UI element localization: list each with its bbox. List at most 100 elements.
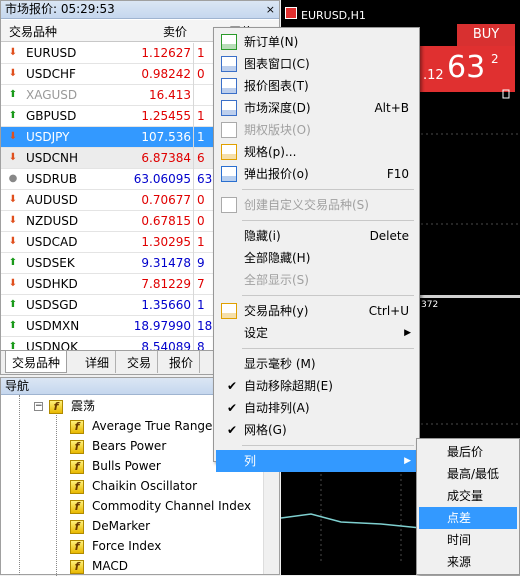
ask-value: 1 — [197, 298, 205, 312]
menu-item-label: 自动排列(A) — [244, 401, 310, 415]
bid-value: 63.06095 — [133, 172, 191, 186]
menu-item[interactable]: 交易品种(y) Ctrl+U — [216, 300, 417, 322]
indicator-item[interactable]: f Chaikin Oscillator — [70, 476, 197, 496]
custom-symbol-icon — [221, 197, 237, 213]
menu-item[interactable]: 全部隐藏(H) — [216, 247, 417, 269]
menu-shortcut: Ctrl+U — [368, 304, 409, 318]
arrow-down-icon: ⬇ — [8, 236, 18, 247]
arrow-down-icon: ⬇ — [8, 152, 18, 163]
menu-item[interactable]: ✔ 自动移除超期(E) — [216, 375, 417, 397]
menu-item-label: 列 — [244, 454, 257, 468]
menu-item[interactable]: 图表窗口(C) — [216, 53, 417, 75]
tab-ticks[interactable]: 报价 — [163, 351, 201, 373]
column-header-bid[interactable]: 卖价 — [163, 23, 187, 40]
indicator-item[interactable]: f Force Index — [70, 536, 161, 556]
menu-item-label: 自动移除超期(E) — [244, 379, 333, 393]
indicator-item[interactable]: f MACD — [70, 556, 128, 576]
chart-toolbar: EURUSD,H1 — [281, 4, 520, 24]
menu-separator — [242, 189, 414, 190]
menu-item[interactable]: ✔ 网格(G) — [216, 419, 417, 441]
menu-item-label: 设定 — [244, 326, 269, 340]
indicator-item[interactable]: f Bulls Power — [70, 456, 161, 476]
menu-item[interactable]: 设定 ▶ — [216, 322, 417, 344]
column-divider — [193, 106, 194, 127]
indicator-scale-label: 372 — [421, 300, 439, 310]
menu-item: 期权版块(O) — [216, 119, 417, 141]
menu-separator — [242, 295, 414, 296]
symbol-name: NZDUSD — [26, 214, 79, 228]
submenu-item[interactable]: 最高/最低 — [419, 463, 517, 485]
menu-item-label: 交易品种(y) — [244, 304, 309, 318]
indicator-item[interactable]: f Commodity Channel Index — [70, 496, 251, 516]
indicator-item[interactable]: f Average True Range — [70, 416, 212, 436]
submenu-item[interactable]: 时间 — [419, 529, 517, 551]
arrow-up-icon: ⬆ — [8, 257, 18, 268]
menu-item-label: 新订单(N) — [244, 35, 299, 49]
column-header-symbol[interactable]: 交易品种 — [9, 23, 57, 40]
bid-value: 1.30295 — [141, 235, 191, 249]
bid-value: 0.67815 — [141, 214, 191, 228]
market-depth-icon — [221, 100, 237, 116]
indicator-item[interactable]: f DeMarker — [70, 516, 150, 536]
tree-line — [19, 395, 20, 575]
bid-value: 6.87384 — [141, 151, 191, 165]
chart-icon — [285, 7, 297, 19]
bid-value: 7.81229 — [141, 277, 191, 291]
tab-symbols[interactable]: 交易品种 — [5, 351, 68, 373]
submenu-item[interactable]: 来源 — [419, 551, 517, 573]
symbol-name: GBPUSD — [26, 109, 77, 123]
submenu-item[interactable]: 成交量 — [419, 485, 517, 507]
tab-trading[interactable]: 交易 — [121, 351, 159, 373]
menu-item[interactable]: 新订单(N) — [216, 31, 417, 53]
arrow-down-icon: ⬇ — [8, 278, 18, 289]
column-divider — [193, 316, 194, 337]
bid-value: 1.12627 — [141, 46, 191, 60]
symbol-name: XAGUSD — [26, 88, 78, 102]
tab-details[interactable]: 详细 — [79, 351, 117, 373]
neutral-dot-icon: ● — [8, 173, 18, 184]
symbols-icon — [221, 303, 237, 319]
menu-item: 创建自定义交易品种(S) — [216, 194, 417, 216]
indicator-icon: f — [70, 539, 84, 554]
submenu-item[interactable]: 点差 — [419, 507, 517, 529]
close-icon[interactable]: × — [266, 1, 275, 18]
menu-item[interactable]: ✔ 自动排列(A) — [216, 397, 417, 419]
symbol-name: USDCAD — [26, 235, 78, 249]
column-divider — [193, 232, 194, 253]
menu-item-label: 隐藏(i) — [244, 229, 281, 243]
menu-item-label: 规格(p)... — [244, 145, 297, 159]
menu-item-label: 弹出报价(o) — [244, 167, 309, 181]
menu-item-label: 报价图表(T) — [244, 79, 309, 93]
tick-chart-icon — [221, 78, 237, 94]
menu-item[interactable]: 列 ▶ — [216, 450, 417, 472]
menu-item[interactable]: 市场深度(D) Alt+B — [216, 97, 417, 119]
bid-value: 1.35660 — [141, 298, 191, 312]
menu-item[interactable]: 显示毫秒 (M) — [216, 353, 417, 375]
tree-line — [56, 410, 57, 576]
menu-item[interactable]: 隐藏(i) Delete — [216, 225, 417, 247]
menu-item[interactable]: 报价图表(T) — [216, 75, 417, 97]
collapse-icon[interactable]: − — [34, 402, 43, 411]
arrow-down-icon: ⬇ — [8, 68, 18, 79]
chart-title: EURUSD,H1 — [301, 9, 366, 22]
menu-shortcut: Alt+B — [374, 101, 409, 115]
ask-value: 1 — [197, 46, 205, 60]
indicator-label: Commodity Channel Index — [92, 499, 252, 513]
ask-value: 63 — [197, 172, 213, 186]
submenu-item[interactable]: 最后价 — [419, 441, 517, 463]
indicator-item[interactable]: f Bears Power — [70, 436, 166, 456]
options-icon — [221, 122, 237, 138]
ask-value: 7 — [197, 277, 205, 291]
column-divider — [193, 169, 194, 190]
menu-item[interactable]: 弹出报价(o) F10 — [216, 163, 417, 185]
tree-folder-oscillators[interactable]: f 震荡 — [49, 396, 95, 416]
indicator-label: Force Index — [92, 539, 162, 553]
columns-submenu: 最后价 最高/最低 成交量 点差 时间 来源 — [416, 438, 520, 575]
menu-item-label: 图表窗口(C) — [244, 57, 310, 71]
market-watch-title: 市场报价: 05:29:53 — [5, 2, 115, 16]
submenu-arrow-icon: ▶ — [404, 456, 411, 466]
menu-item[interactable]: 规格(p)... — [216, 141, 417, 163]
indicator-folder-icon: f — [49, 399, 63, 414]
bid-value: 0.70677 — [141, 193, 191, 207]
column-divider — [193, 190, 194, 211]
